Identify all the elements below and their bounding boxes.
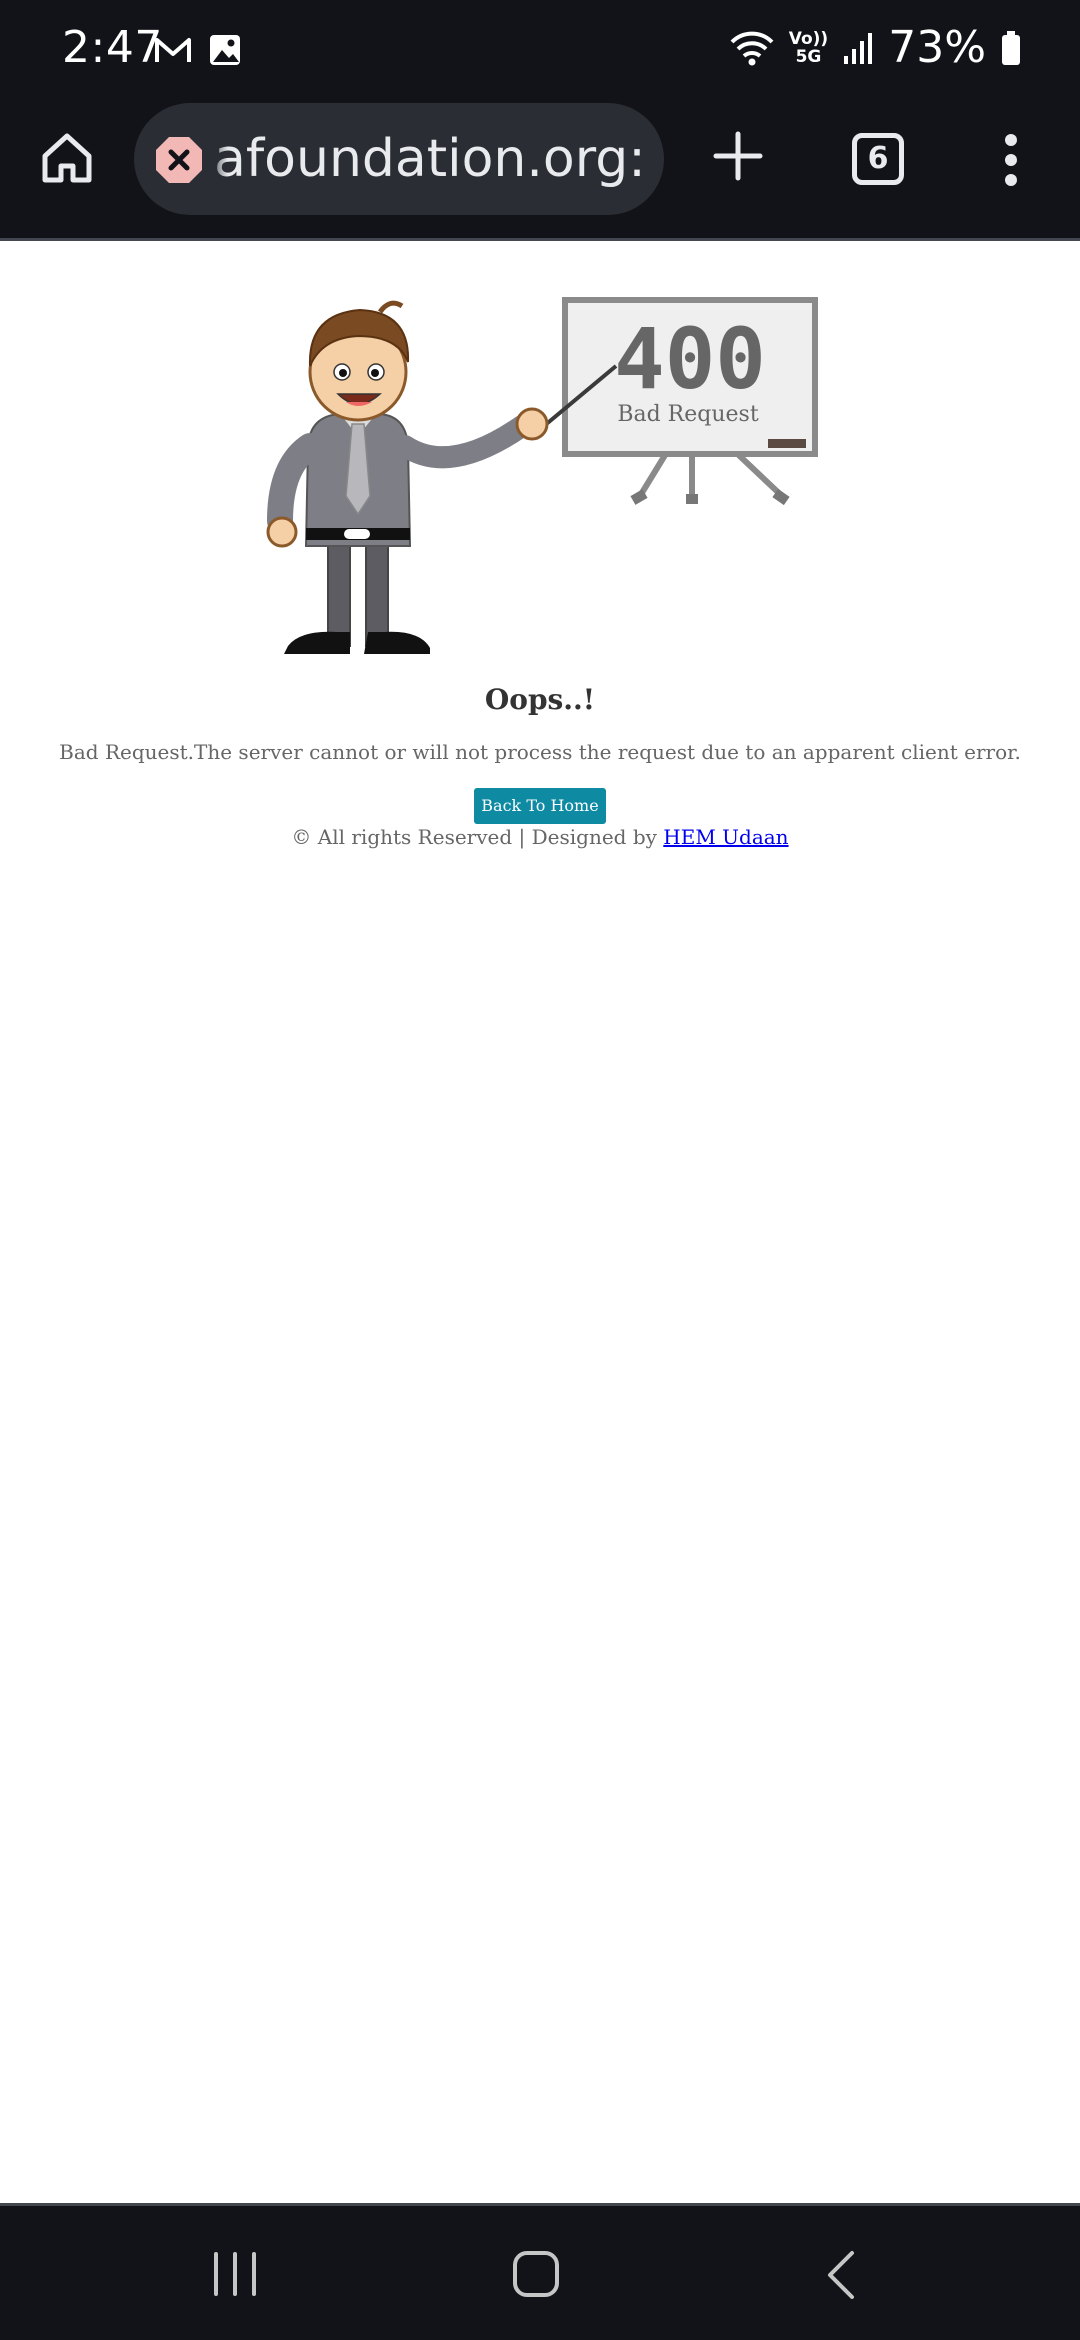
5g-label: 5G [795, 46, 822, 67]
new-tab-icon[interactable] [706, 124, 770, 188]
status-bar: 2:47 Vo)) 5G 73% [0, 0, 1080, 100]
signal-icon [844, 32, 873, 64]
network-type: Vo)) 5G [789, 30, 828, 66]
battery-icon [1002, 30, 1020, 65]
status-time: 2:47 [62, 22, 163, 73]
recents-icon[interactable] [212, 2252, 258, 2296]
address-bar[interactable]: afoundation.org:97 [134, 103, 664, 215]
url-fade [206, 103, 228, 215]
board-caption: Bad Request [617, 402, 759, 427]
footer: © All rights Reserved | Designed by HEM … [0, 825, 1080, 849]
url-text[interactable]: afoundation.org:97 [214, 127, 644, 191]
home-nav-icon[interactable] [512, 2250, 560, 2298]
system-nav-bar [0, 2203, 1080, 2340]
designer-link[interactable]: HEM Udaan [663, 825, 788, 849]
error-title: Oops..! [484, 683, 596, 716]
error-illustration: 400 Bad Request [266, 297, 818, 654]
volte-label: Vo)) [788, 28, 829, 49]
stop-icon[interactable] [154, 135, 204, 185]
notification-icons [153, 30, 243, 70]
footer-text: © All rights Reserved | Designed by [291, 825, 657, 849]
browser-toolbar: afoundation.org:97 6 [0, 100, 1080, 238]
cartoon-man [266, 300, 549, 654]
back-icon[interactable] [826, 2250, 856, 2300]
tab-switcher-button[interactable]: 6 [852, 133, 904, 185]
web-content: 400 Bad Request Oops..! Bad Request.The … [0, 241, 1080, 2203]
gallery-icon [210, 35, 240, 65]
wifi-icon [730, 31, 774, 65]
board-error-code: 400 [614, 310, 766, 408]
error-message: Bad Request.The server cannot or will no… [59, 740, 1021, 764]
status-right: Vo)) 5G 73% [729, 22, 1022, 73]
more-menu-icon[interactable] [996, 130, 1026, 190]
home-icon[interactable] [35, 126, 99, 190]
gmail-icon [155, 38, 191, 62]
back-to-home-button[interactable]: Back To Home [474, 788, 606, 824]
battery-percent: 73% [888, 22, 986, 73]
